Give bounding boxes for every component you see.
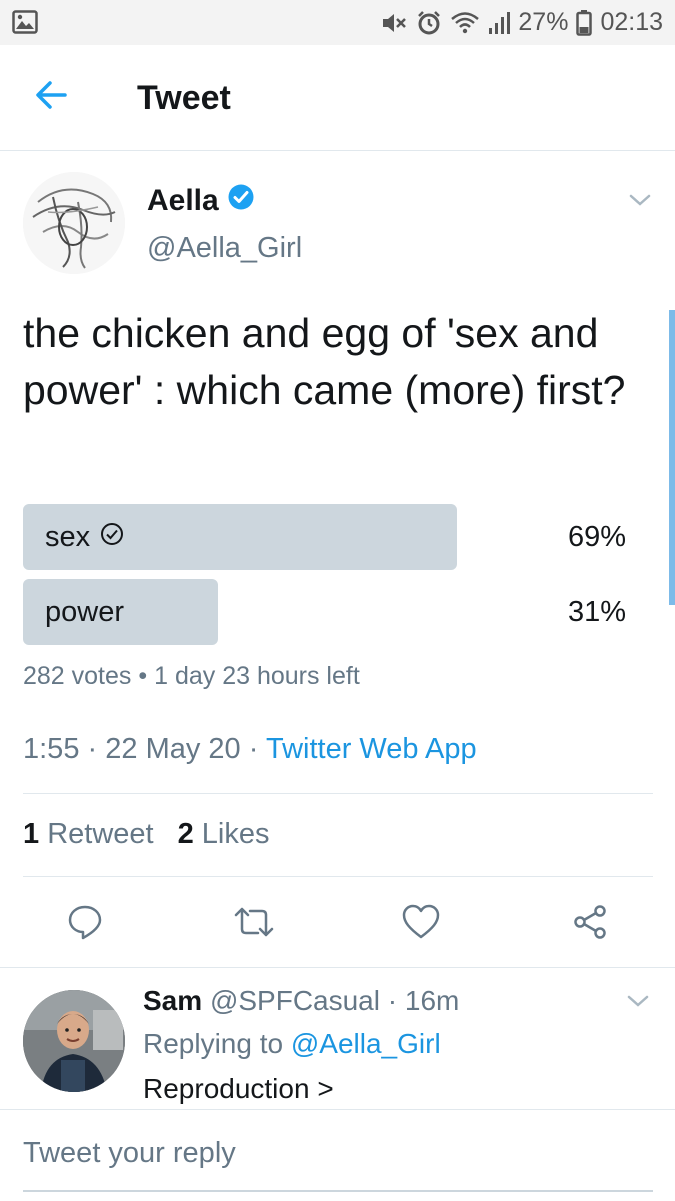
- reply-handle[interactable]: @SPFCasual: [210, 985, 380, 1016]
- battery-icon: [576, 9, 593, 36]
- reply-avatar[interactable]: [23, 990, 125, 1092]
- reply-author-name[interactable]: Sam: [143, 985, 202, 1016]
- verified-badge-icon: [227, 183, 255, 219]
- author-name-text: Aella: [147, 184, 219, 217]
- reply-time: 16m: [404, 985, 460, 1016]
- author-avatar[interactable]: [23, 172, 125, 274]
- signal-icon: [488, 11, 511, 35]
- reply-icon[interactable]: [66, 903, 104, 946]
- chevron-down-icon[interactable]: [626, 993, 650, 1014]
- input-underline: [23, 1190, 653, 1192]
- tweet-actions: [0, 895, 675, 955]
- poll-option-label: sex: [45, 504, 124, 570]
- reply-composer: Tweet your reply: [0, 1109, 675, 1201]
- chevron-down-icon[interactable]: [628, 192, 652, 213]
- arrow-left-icon[interactable]: [34, 80, 68, 115]
- separator-dot: ·: [248, 733, 259, 765]
- retweet-icon[interactable]: [232, 903, 276, 946]
- reply-header: Sam @SPFCasual · 16m: [143, 985, 459, 1017]
- like-icon[interactable]: [401, 903, 441, 946]
- replying-to: Replying to @Aella_Girl: [143, 1028, 441, 1060]
- poll-option-sex[interactable]: sex 69%: [23, 504, 653, 570]
- poll-option-label: power: [45, 579, 124, 645]
- poll-option-text: sex: [45, 521, 91, 553]
- poll-option-power[interactable]: power 31%: [23, 579, 653, 645]
- gallery-icon: [12, 10, 38, 34]
- retweets-count[interactable]: 1 Retweet: [23, 818, 154, 851]
- battery-text: 27%: [518, 8, 569, 36]
- divider: [23, 793, 653, 794]
- likes-count[interactable]: 2 Likes: [178, 818, 270, 851]
- tweet-timestamp: 1:55 · 22 May 20 · Twitter Web App: [23, 733, 477, 766]
- poll-option-percent: 31%: [567, 596, 626, 628]
- separator-dot: ·: [87, 733, 98, 765]
- tweet-date: 22 May 20: [105, 733, 241, 765]
- share-icon[interactable]: [571, 903, 609, 946]
- tweet-source-link[interactable]: Twitter Web App: [266, 733, 477, 765]
- check-circle-icon: [100, 504, 124, 570]
- replying-to-prefix: Replying to: [143, 1028, 284, 1059]
- retweets-label: Retweet: [47, 818, 154, 850]
- reply-text: Reproduction >: [143, 1073, 334, 1104]
- poll-votes: 282 votes: [23, 662, 132, 690]
- tweet-text: the chicken and egg of 'sex and power' :…: [23, 310, 626, 413]
- replying-to-handle[interactable]: @Aella_Girl: [291, 1028, 441, 1059]
- reply-input[interactable]: Tweet your reply: [23, 1137, 236, 1170]
- author-name[interactable]: Aella: [147, 183, 255, 219]
- status-bar: 27% 02:13: [0, 0, 675, 45]
- mute-icon: [380, 11, 408, 35]
- engagement-stats: 1 Retweet 2 Likes: [23, 818, 270, 851]
- page-title: Tweet: [137, 79, 231, 117]
- separator-dot: ·: [387, 985, 398, 1016]
- divider: [0, 967, 675, 968]
- separator-dot: •: [138, 662, 148, 690]
- tweet-time: 1:55: [23, 733, 80, 765]
- poll-meta: 282 votes • 1 day 23 hours left: [23, 662, 360, 691]
- scrollbar[interactable]: [669, 310, 675, 605]
- retweets-number: 1: [23, 818, 40, 850]
- poll-option-text: power: [45, 596, 124, 628]
- poll-time-left: 1 day 23 hours left: [154, 662, 360, 690]
- divider: [23, 876, 653, 877]
- poll-option-percent: 69%: [567, 521, 626, 553]
- alarm-icon: [416, 10, 442, 36]
- wifi-icon: [450, 11, 480, 35]
- clock-time: 02:13: [600, 8, 663, 36]
- likes-label: Likes: [201, 818, 270, 850]
- author-handle[interactable]: @Aella_Girl: [147, 232, 302, 265]
- app-bar: Tweet: [0, 45, 675, 151]
- likes-number: 2: [177, 818, 194, 850]
